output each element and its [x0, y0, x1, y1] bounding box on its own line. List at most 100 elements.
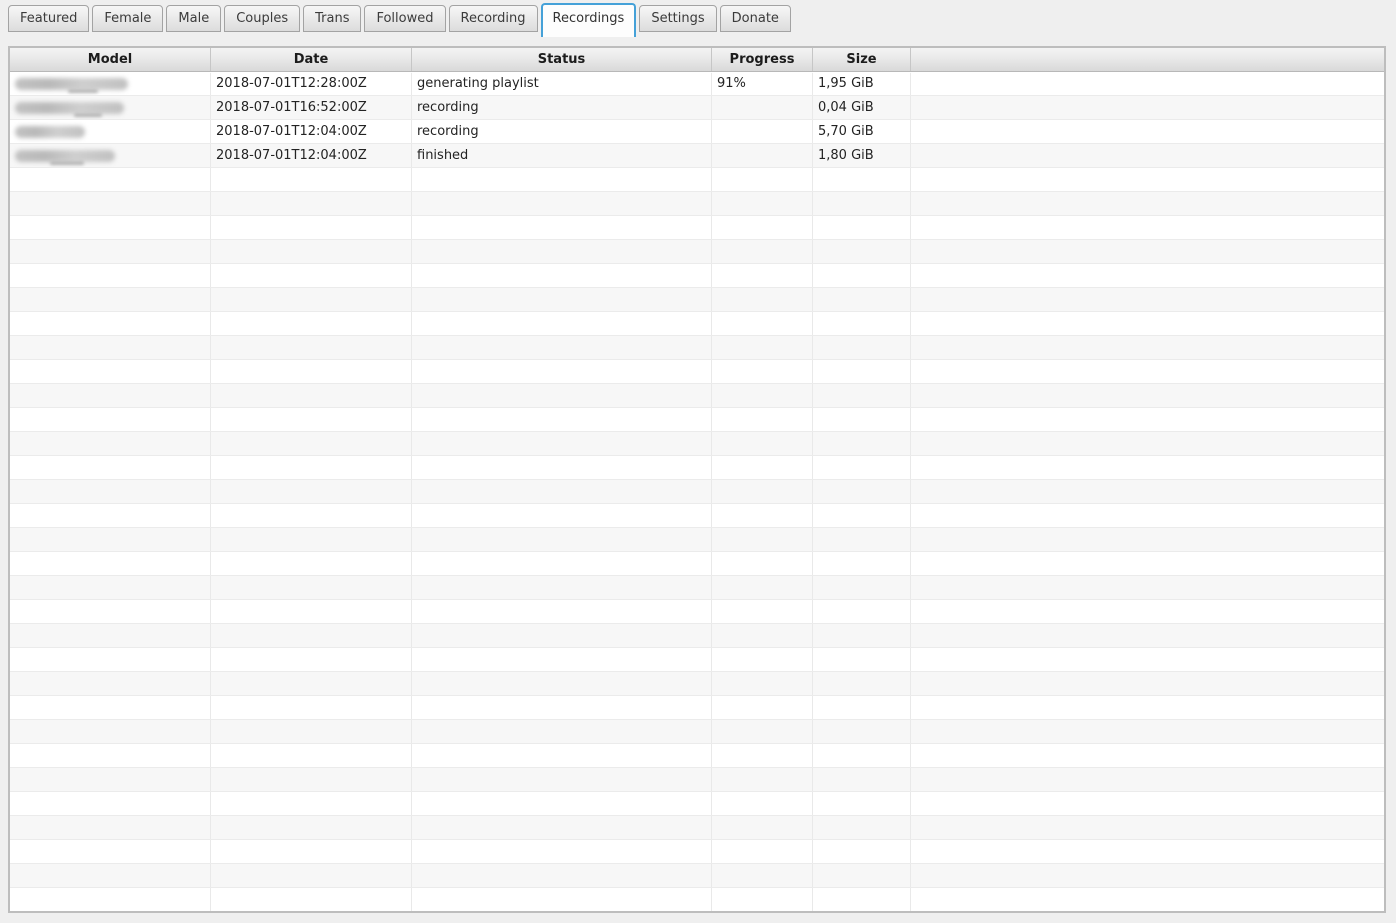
empty-cell	[412, 264, 712, 287]
empty-cell	[813, 744, 911, 767]
empty-cell	[211, 720, 412, 743]
empty-table-row[interactable]	[10, 216, 1384, 240]
empty-cell	[211, 192, 412, 215]
empty-cell	[813, 672, 911, 695]
table-header-row: ModelDateStatusProgressSize	[10, 48, 1384, 72]
table-row[interactable]: 2018-07-01T12:04:00Zfinished1,80 GiB	[10, 144, 1384, 168]
column-header-empty[interactable]	[911, 48, 1384, 71]
empty-table-row[interactable]	[10, 456, 1384, 480]
empty-table-row[interactable]	[10, 768, 1384, 792]
tab-couples[interactable]: Couples	[224, 5, 300, 32]
empty-table-row[interactable]	[10, 696, 1384, 720]
empty-table-row[interactable]	[10, 864, 1384, 888]
empty-table-row[interactable]	[10, 816, 1384, 840]
empty-table-row[interactable]	[10, 336, 1384, 360]
table-row[interactable]: 2018-07-01T12:04:00Zrecording5,70 GiB	[10, 120, 1384, 144]
empty-cell	[10, 360, 211, 383]
empty-table-row[interactable]	[10, 408, 1384, 432]
empty-cell	[911, 576, 1384, 599]
empty-cell	[911, 72, 1384, 95]
empty-cell	[10, 504, 211, 527]
empty-cell	[211, 480, 412, 503]
empty-table-row[interactable]	[10, 528, 1384, 552]
size-cell: 1,80 GiB	[813, 144, 911, 167]
empty-cell	[911, 816, 1384, 839]
empty-table-row[interactable]	[10, 312, 1384, 336]
empty-cell	[712, 336, 813, 359]
empty-table-row[interactable]	[10, 288, 1384, 312]
empty-cell	[211, 672, 412, 695]
empty-cell	[911, 624, 1384, 647]
empty-table-row[interactable]	[10, 648, 1384, 672]
empty-table-row[interactable]	[10, 744, 1384, 768]
empty-cell	[813, 696, 911, 719]
empty-cell	[10, 312, 211, 335]
empty-table-row[interactable]	[10, 552, 1384, 576]
empty-cell	[712, 456, 813, 479]
empty-cell	[10, 264, 211, 287]
tab-female[interactable]: Female	[92, 5, 163, 32]
tab-followed[interactable]: Followed	[364, 5, 445, 32]
empty-table-row[interactable]	[10, 672, 1384, 696]
empty-cell	[813, 480, 911, 503]
empty-cell	[10, 768, 211, 791]
empty-cell	[211, 432, 412, 455]
tab-donate[interactable]: Donate	[720, 5, 791, 32]
empty-table-row[interactable]	[10, 168, 1384, 192]
tab-trans[interactable]: Trans	[303, 5, 361, 32]
empty-table-row[interactable]	[10, 576, 1384, 600]
empty-cell	[712, 720, 813, 743]
empty-cell	[911, 600, 1384, 623]
tab-featured[interactable]: Featured	[8, 5, 89, 32]
empty-cell	[813, 168, 911, 191]
empty-table-row[interactable]	[10, 432, 1384, 456]
column-header-model[interactable]: Model	[10, 48, 211, 71]
empty-table-row[interactable]	[10, 480, 1384, 504]
table-row[interactable]: 2018-07-01T16:52:00Zrecording0,04 GiB	[10, 96, 1384, 120]
column-header-progress[interactable]: Progress	[712, 48, 813, 71]
recordings-table: ModelDateStatusProgressSize 2018-07-01T1…	[8, 46, 1386, 913]
empty-table-row[interactable]	[10, 720, 1384, 744]
empty-cell	[211, 768, 412, 791]
empty-cell	[911, 216, 1384, 239]
empty-table-row[interactable]	[10, 792, 1384, 816]
empty-cell	[813, 768, 911, 791]
column-header-date[interactable]: Date	[211, 48, 412, 71]
empty-table-row[interactable]	[10, 192, 1384, 216]
empty-table-row[interactable]	[10, 888, 1384, 912]
empty-cell	[412, 600, 712, 623]
empty-table-row[interactable]	[10, 504, 1384, 528]
empty-cell	[813, 528, 911, 551]
tab-male[interactable]: Male	[166, 5, 221, 32]
column-header-status[interactable]: Status	[412, 48, 712, 71]
empty-table-row[interactable]	[10, 840, 1384, 864]
empty-table-row[interactable]	[10, 264, 1384, 288]
empty-cell	[712, 240, 813, 263]
empty-table-row[interactable]	[10, 360, 1384, 384]
column-header-size[interactable]: Size	[813, 48, 911, 71]
tab-recordings[interactable]: Recordings	[541, 3, 637, 37]
empty-table-row[interactable]	[10, 240, 1384, 264]
empty-cell	[813, 264, 911, 287]
empty-cell	[10, 816, 211, 839]
empty-cell	[412, 192, 712, 215]
empty-cell	[911, 528, 1384, 551]
tab-recording[interactable]: Recording	[449, 5, 538, 32]
tab-settings[interactable]: Settings	[639, 5, 716, 32]
empty-table-row[interactable]	[10, 600, 1384, 624]
empty-cell	[911, 96, 1384, 119]
empty-cell	[10, 672, 211, 695]
empty-cell	[911, 120, 1384, 143]
empty-cell	[712, 768, 813, 791]
empty-cell	[813, 408, 911, 431]
empty-cell	[712, 360, 813, 383]
empty-cell	[10, 552, 211, 575]
table-row[interactable]: 2018-07-01T12:28:00Zgenerating playlist9…	[10, 72, 1384, 96]
empty-cell	[211, 624, 412, 647]
empty-table-row[interactable]	[10, 384, 1384, 408]
empty-cell	[412, 528, 712, 551]
empty-cell	[412, 816, 712, 839]
date-cell: 2018-07-01T12:28:00Z	[211, 72, 412, 95]
empty-table-row[interactable]	[10, 624, 1384, 648]
empty-cell	[712, 600, 813, 623]
